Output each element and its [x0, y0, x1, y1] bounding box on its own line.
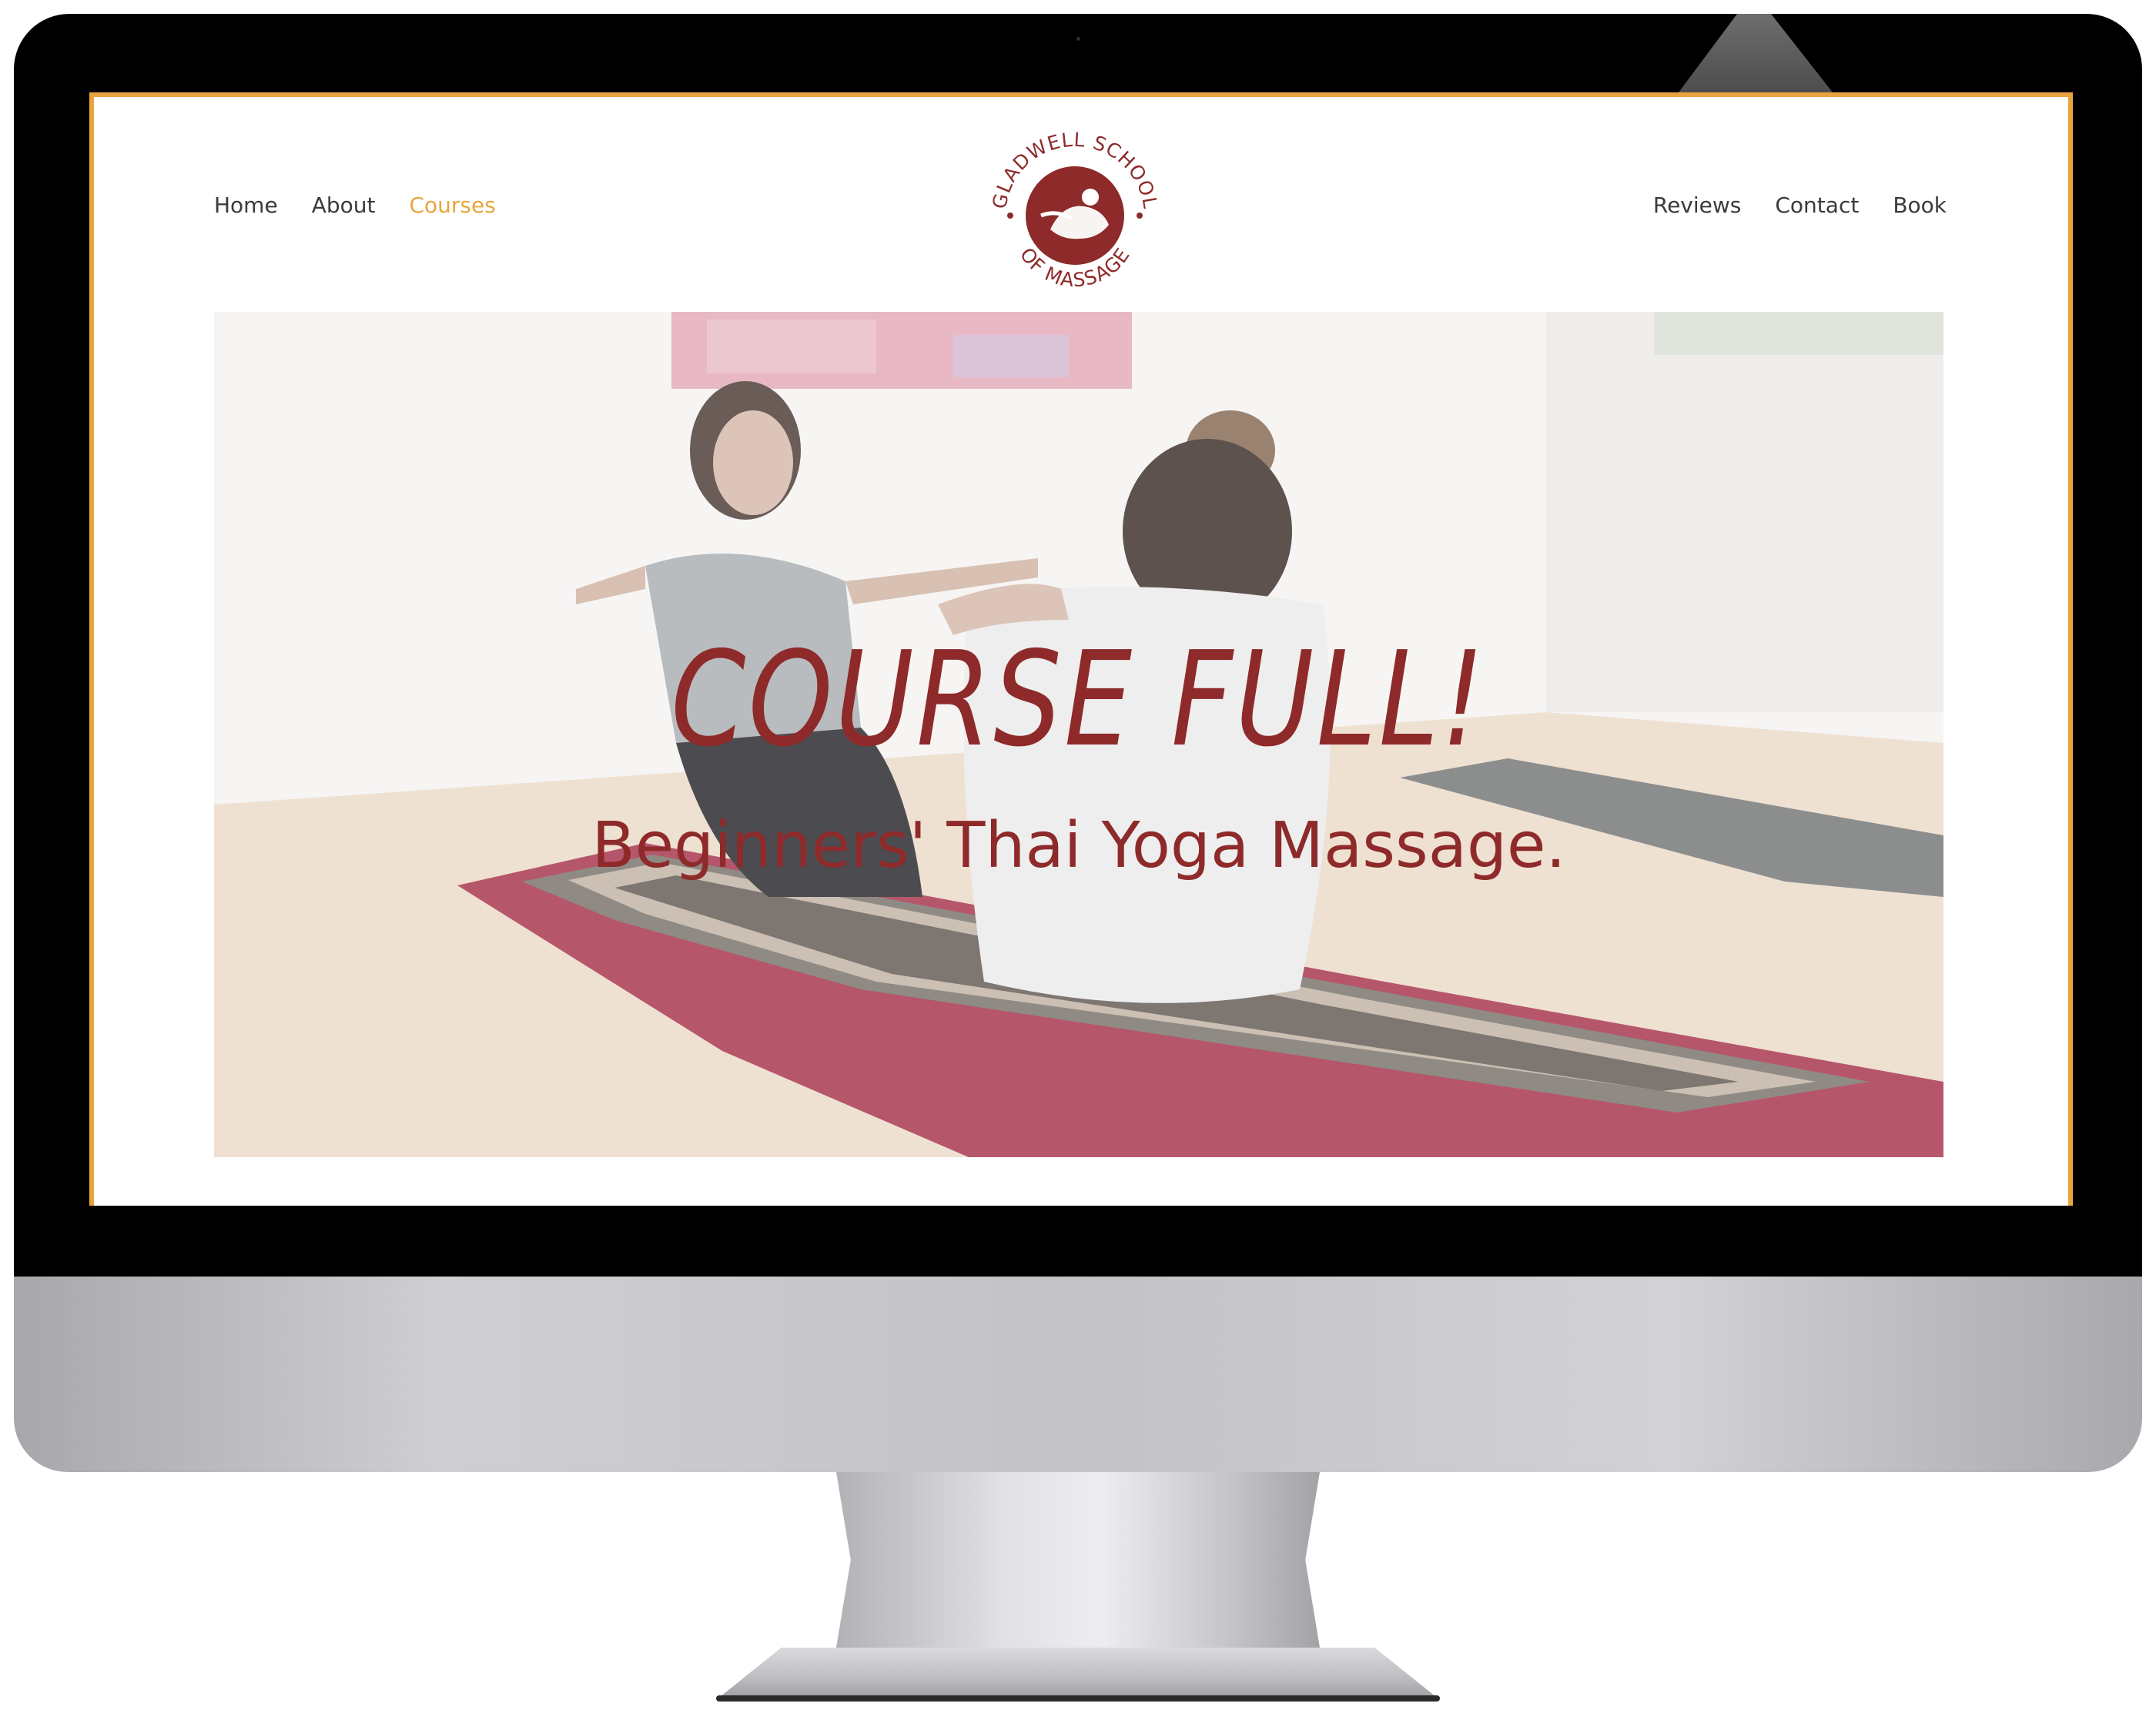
site-header: Home About Courses GLADWELL SCHOOL OF MA… [94, 97, 2068, 305]
school-logo[interactable]: GLADWELL SCHOOL OF MASSAGE [983, 123, 1167, 308]
nav-item-book[interactable]: Book [1893, 192, 1947, 218]
hero-banner: COURSE FULL! Beginners' Thai Yoga Massag… [214, 312, 1943, 1157]
nav-item-about[interactable]: About [312, 192, 376, 218]
nav-item-contact[interactable]: Contact [1775, 192, 1859, 218]
hero-subtitle: Beginners' Thai Yoga Massage. [591, 809, 1566, 882]
website-screen: Home About Courses GLADWELL SCHOOL OF MA… [89, 92, 2073, 1206]
nav-right: Reviews Contact Book [1653, 192, 1947, 218]
nav-item-courses[interactable]: Courses [409, 192, 495, 218]
monitor-foot-edge [716, 1695, 1440, 1702]
imac-mockup: Home About Courses GLADWELL SCHOOL OF MA… [0, 0, 2156, 1720]
logo-seal-icon: GLADWELL SCHOOL OF MASSAGE [988, 129, 1160, 292]
monitor-stand [836, 1472, 1320, 1648]
camera-icon [1076, 37, 1080, 41]
nav-item-home[interactable]: Home [214, 192, 278, 218]
nav-item-reviews[interactable]: Reviews [1653, 192, 1742, 218]
monitor-foot [716, 1648, 1440, 1700]
monitor-chin [14, 1277, 2142, 1472]
nav-left: Home About Courses [214, 192, 496, 218]
hero-title: COURSE FULL! [671, 624, 1487, 776]
